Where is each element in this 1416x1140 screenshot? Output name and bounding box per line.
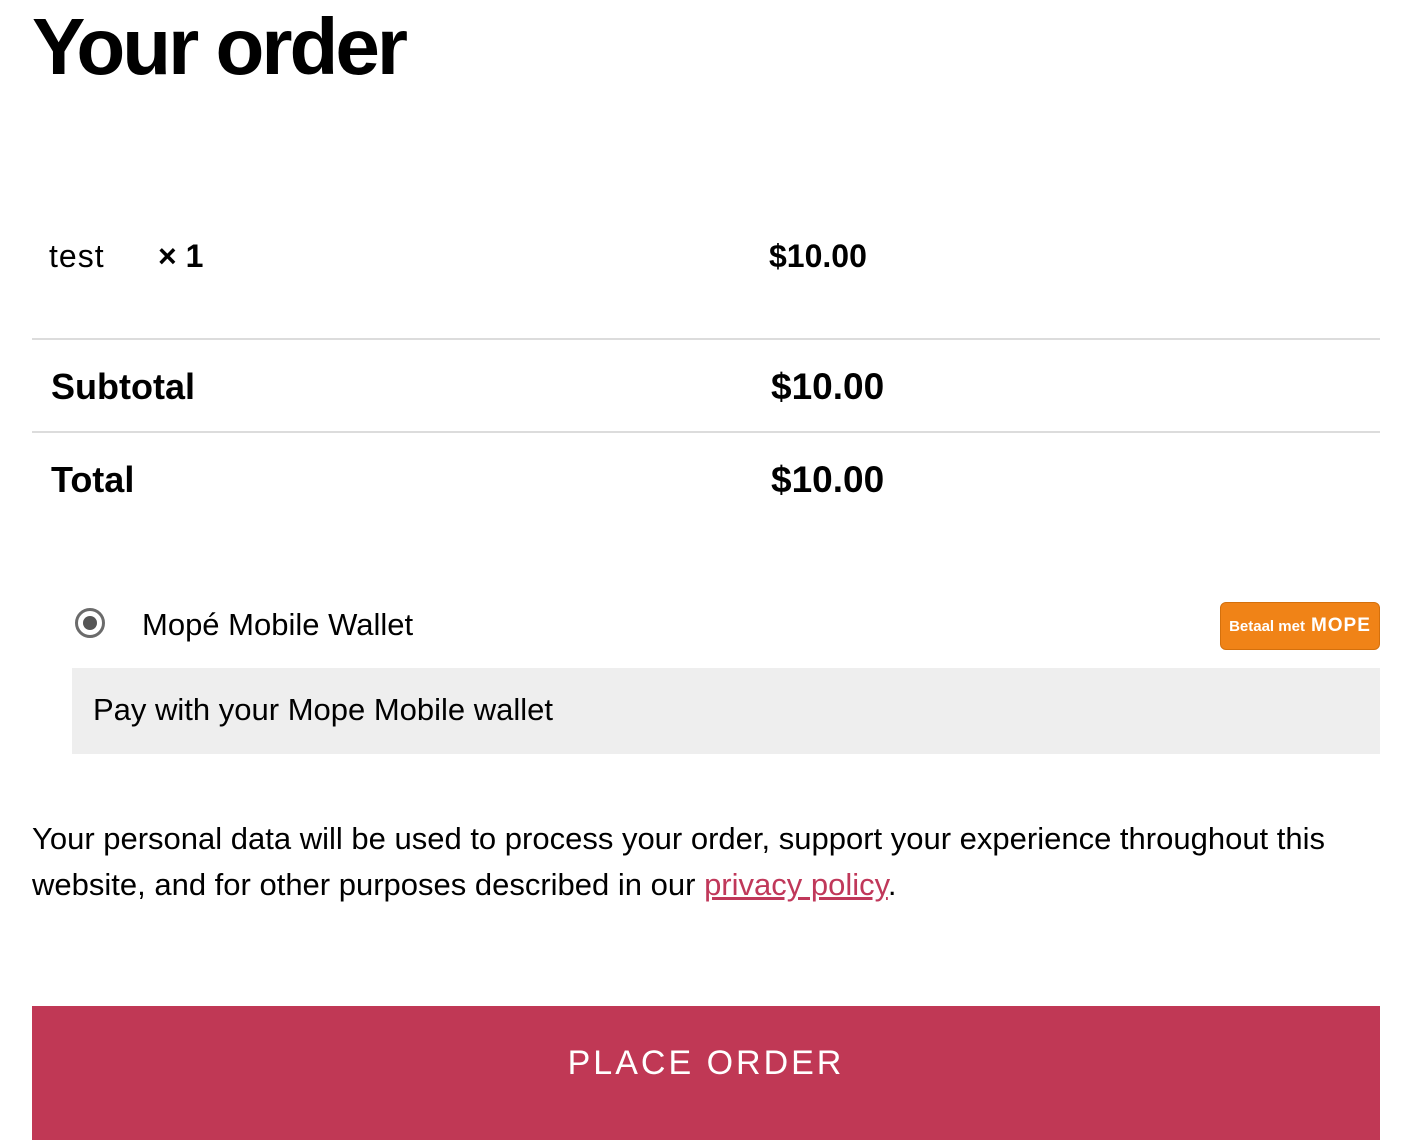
privacy-notice: Your personal data will be used to proce… bbox=[32, 816, 1372, 908]
mope-logo-prefix: Betaal met bbox=[1229, 617, 1305, 635]
order-review-table: test × 1 $10.00 Subtotal $10.00 Total $1… bbox=[32, 180, 1380, 525]
total-row: Total $10.00 bbox=[32, 433, 1380, 525]
mope-logo-brand: MOPE bbox=[1310, 615, 1371, 636]
total-label: Total bbox=[51, 459, 135, 500]
payment-radio-button[interactable] bbox=[75, 608, 105, 638]
payment-description: Pay with your Mope Mobile wallet bbox=[93, 692, 554, 727]
total-value: $10.00 bbox=[771, 459, 885, 500]
order-item-row: test × 1 $10.00 bbox=[32, 180, 1380, 340]
payment-method-label[interactable]: Mopé Mobile Wallet bbox=[142, 607, 413, 643]
privacy-suffix: . bbox=[887, 867, 897, 902]
item-name: test bbox=[49, 238, 105, 274]
subtotal-label: Subtotal bbox=[51, 366, 195, 407]
privacy-text: Your personal data will be used to proce… bbox=[32, 821, 1326, 902]
page-title: Your order bbox=[32, 2, 408, 91]
item-quantity: × 1 bbox=[158, 238, 204, 274]
payment-description-box: Pay with your Mope Mobile wallet bbox=[72, 668, 1380, 754]
item-price: $10.00 bbox=[769, 238, 867, 274]
privacy-policy-link[interactable]: privacy policy bbox=[704, 867, 888, 902]
subtotal-value: $10.00 bbox=[771, 366, 885, 407]
payment-method-mope[interactable]: Mopé Mobile Wallet Betaal met MOPE bbox=[72, 600, 1380, 652]
subtotal-row: Subtotal $10.00 bbox=[32, 340, 1380, 433]
place-order-button[interactable]: PLACE ORDER bbox=[32, 1006, 1380, 1140]
mope-logo: Betaal met MOPE bbox=[1220, 602, 1380, 650]
